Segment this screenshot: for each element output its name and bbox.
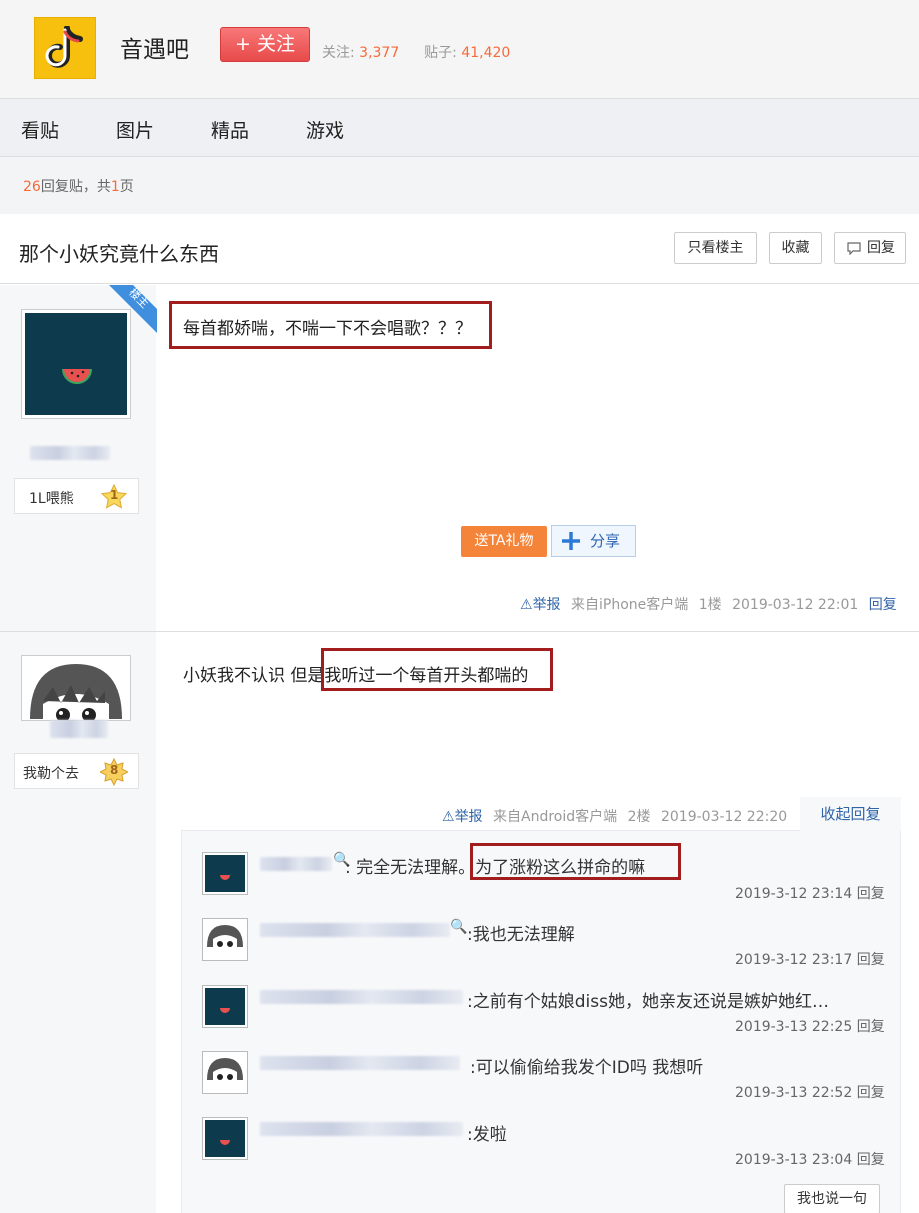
anime-girl-avatar-icon bbox=[205, 1054, 245, 1091]
anime-girl-avatar-icon bbox=[205, 921, 245, 958]
comment-5-username[interactable] bbox=[260, 1122, 463, 1136]
post-1-report-link[interactable]: ⚠举报 bbox=[520, 597, 561, 613]
post-1-level-box[interactable]: 1L喂熊 1 bbox=[14, 478, 139, 514]
comment-2-avatar[interactable] bbox=[202, 918, 248, 961]
only-op-button[interactable]: 只看楼主 bbox=[674, 232, 757, 264]
comment-5-text: :发啦 bbox=[467, 1125, 507, 1145]
reply-count-text: 26回复贴，共1页 bbox=[23, 179, 134, 195]
send-gift-button[interactable]: 送TA礼物 bbox=[461, 526, 547, 557]
comment-2-username[interactable] bbox=[260, 923, 450, 937]
post-2-source: 来自Android客户端 bbox=[493, 809, 618, 825]
post-2-username[interactable] bbox=[50, 720, 108, 738]
comment-3-text: :之前有个姑娘diss她，她亲友还说是嫉妒她红… bbox=[467, 992, 829, 1012]
followers-label: 关注: bbox=[322, 45, 355, 61]
say-something-button[interactable]: 我也说一句 bbox=[784, 1184, 880, 1213]
tab-view-posts[interactable]: 看贴 bbox=[21, 116, 59, 143]
anime-girl-avatar-icon bbox=[25, 659, 127, 720]
forum-name[interactable]: 音遇吧 bbox=[120, 30, 189, 64]
tab-games[interactable]: 游戏 bbox=[306, 116, 344, 143]
comment-4-reply-link[interactable]: 回复 bbox=[857, 1085, 885, 1101]
comment-1-time: 2019-3-12 23:14 回复 bbox=[735, 886, 885, 902]
post-1-floor: 1楼 bbox=[698, 597, 722, 613]
post-2-meta: ⚠举报 来自Android客户端 2楼 2019-03-12 22:20 bbox=[442, 806, 787, 826]
forum-nav: 看贴 图片 精品 游戏 bbox=[0, 98, 919, 157]
comment-5-time: 2019-3-13 23:04 回复 bbox=[735, 1152, 885, 1168]
post-1-highlight-box bbox=[169, 301, 492, 349]
comment-3-reply-link[interactable]: 回复 bbox=[857, 1019, 885, 1035]
tab-images[interactable]: 图片 bbox=[116, 116, 154, 143]
share-label: 分享 bbox=[590, 532, 621, 550]
post-1-level-number: 1 bbox=[110, 488, 119, 502]
share-plus-icon bbox=[562, 532, 580, 550]
comment-3-avatar[interactable] bbox=[202, 985, 248, 1028]
forum-header: 音遇吧 + 关注 关注: 3,377 贴子: 41,420 bbox=[0, 0, 919, 98]
watermelon-avatar-icon bbox=[205, 1120, 245, 1157]
comment-4-avatar[interactable] bbox=[202, 1051, 248, 1094]
posts-count: 41,420 bbox=[461, 45, 511, 61]
post-1-time: 2019-03-12 22:01 bbox=[732, 597, 859, 613]
comment-2-reply-link[interactable]: 回复 bbox=[857, 952, 885, 968]
forum-logo[interactable] bbox=[34, 17, 96, 79]
post-2-level-number: 8 bbox=[110, 763, 119, 777]
comment-5-avatar[interactable] bbox=[202, 1117, 248, 1160]
post-2-report-link[interactable]: ⚠举报 bbox=[442, 809, 483, 825]
comment-icon bbox=[847, 242, 861, 255]
post-1-meta: ⚠举报 来自iPhone客户端 1楼 2019-03-12 22:01 回复 bbox=[520, 594, 897, 614]
post-2-avatar[interactable] bbox=[21, 655, 131, 721]
watermelon-avatar-icon bbox=[205, 988, 245, 1025]
comment-2-text: :我也无法理解 bbox=[467, 925, 575, 945]
comment-4-text: :可以偷偷给我发个ID吗 我想听 bbox=[470, 1058, 704, 1078]
posts-label: 贴子: bbox=[424, 45, 457, 61]
comment-1-avatar[interactable] bbox=[202, 852, 248, 895]
post-1-level-name: 1L喂熊 bbox=[29, 491, 74, 507]
search-sticker-icon: 🔍 bbox=[450, 919, 468, 935]
comment-5-reply-link[interactable]: 回复 bbox=[857, 1152, 885, 1168]
reply-thread-button[interactable]: 回复 bbox=[834, 232, 906, 264]
post-2-floor: 2楼 bbox=[627, 809, 651, 825]
comment-2-time: 2019-3-12 23:17 回复 bbox=[735, 952, 885, 968]
post-2-highlight-box bbox=[321, 648, 553, 691]
comment-1-highlight-box bbox=[470, 843, 681, 880]
thread-title: 那个小妖究竟什么东西 bbox=[19, 242, 219, 266]
music-note-icon bbox=[45, 26, 83, 68]
post-2-level-name: 我勒个去 bbox=[23, 766, 79, 782]
comment-3-username[interactable] bbox=[260, 990, 463, 1004]
forum-stats: 关注: 3,377 贴子: 41,420 bbox=[322, 42, 510, 62]
collapse-replies-button[interactable]: 收起回复 bbox=[800, 797, 901, 831]
reply-count-bar: 26回复贴，共1页 bbox=[0, 157, 919, 214]
comment-1-reply-link[interactable]: 回复 bbox=[857, 886, 885, 902]
post-2-time: 2019-03-12 22:20 bbox=[660, 809, 788, 825]
comment-4-username[interactable] bbox=[260, 1056, 460, 1070]
post-1-source: 来自iPhone客户端 bbox=[571, 597, 689, 613]
followers-count: 3,377 bbox=[359, 45, 400, 61]
follow-button[interactable]: + 关注 bbox=[220, 27, 310, 62]
post-2-level-box[interactable]: 我勒个去 8 bbox=[14, 753, 139, 789]
favorite-button[interactable]: 收藏 bbox=[769, 232, 822, 264]
tab-featured[interactable]: 精品 bbox=[211, 116, 249, 143]
watermelon-avatar-icon bbox=[205, 855, 245, 892]
comment-1-username[interactable] bbox=[260, 857, 332, 871]
share-button[interactable]: 分享 bbox=[551, 525, 636, 557]
comment-3-time: 2019-3-13 22:25 回复 bbox=[735, 1019, 885, 1035]
post-1-reply-link[interactable]: 回复 bbox=[869, 597, 897, 613]
post-1-username[interactable] bbox=[30, 446, 110, 460]
comment-4-time: 2019-3-13 22:52 回复 bbox=[735, 1085, 885, 1101]
